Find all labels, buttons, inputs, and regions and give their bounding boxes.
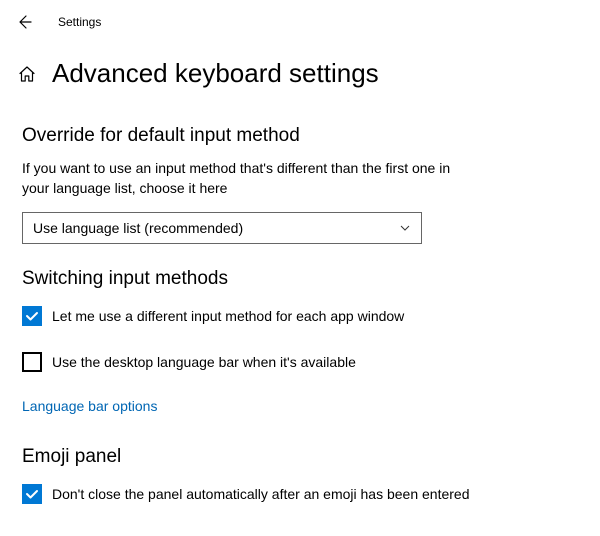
- desktop-language-bar-checkbox-row[interactable]: Use the desktop language bar when it's a…: [22, 352, 578, 372]
- back-button[interactable]: [16, 14, 32, 30]
- override-heading: Override for default input method: [22, 125, 578, 147]
- chevron-down-icon: [399, 222, 411, 234]
- override-description: If you want to use an input method that'…: [22, 159, 462, 198]
- app-name: Settings: [58, 15, 101, 29]
- page-title: Advanced keyboard settings: [52, 58, 379, 89]
- per-app-input-method-checkbox[interactable]: [22, 306, 42, 326]
- desktop-language-bar-checkbox[interactable]: [22, 352, 42, 372]
- emoji-panel-checkbox[interactable]: [22, 484, 42, 504]
- desktop-language-bar-label: Use the desktop language bar when it's a…: [52, 354, 356, 370]
- checkmark-icon: [25, 487, 39, 501]
- emoji-panel-checkbox-row[interactable]: Don't close the panel automatically afte…: [22, 484, 578, 504]
- per-app-input-method-label: Let me use a different input method for …: [52, 308, 404, 324]
- emoji-heading: Emoji panel: [22, 446, 578, 468]
- top-bar: Settings: [0, 0, 600, 36]
- language-bar-options-link[interactable]: Language bar options: [22, 398, 157, 414]
- page-header: Advanced keyboard settings: [0, 36, 600, 97]
- content-area: Override for default input method If you…: [0, 97, 600, 504]
- back-arrow-icon: [16, 14, 32, 30]
- checkmark-icon: [25, 309, 39, 323]
- home-button[interactable]: [18, 65, 36, 83]
- home-icon: [18, 65, 36, 83]
- switching-heading: Switching input methods: [22, 268, 578, 290]
- emoji-panel-label: Don't close the panel automatically afte…: [52, 486, 469, 502]
- dropdown-value: Use language list (recommended): [33, 220, 243, 236]
- default-input-method-dropdown[interactable]: Use language list (recommended): [22, 212, 422, 244]
- per-app-input-method-checkbox-row[interactable]: Let me use a different input method for …: [22, 306, 578, 326]
